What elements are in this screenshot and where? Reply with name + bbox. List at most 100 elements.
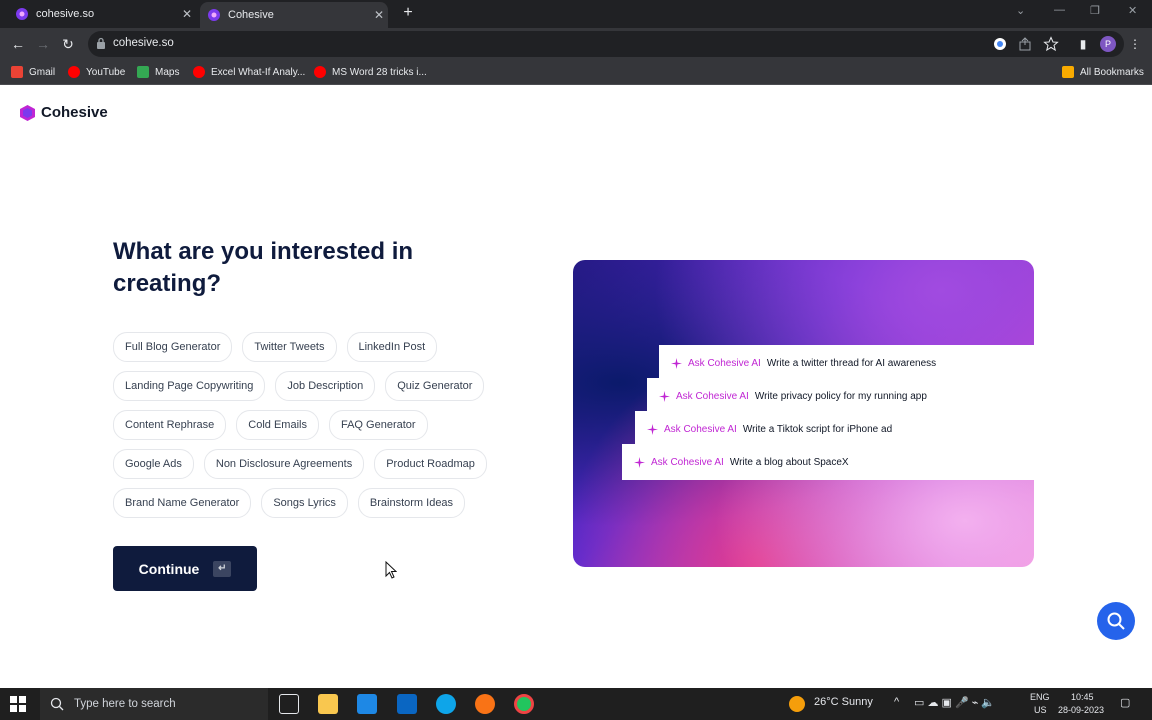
prompt-text: Write a Tiktok script for iPhone ad [742,423,893,435]
notifications-icon[interactable]: ▢ [1120,696,1130,709]
chip-row: Google Ads Non Disclosure Agreements Pro… [113,449,523,479]
google-lens-icon[interactable] [992,36,1008,52]
sparkle-icon [647,423,658,435]
sparkle-icon [634,456,645,468]
chip-content-rephrase[interactable]: Content Rephrase [113,410,227,440]
chip-full-blog-generator[interactable]: Full Blog Generator [113,332,233,362]
chip-quiz-generator[interactable]: Quiz Generator [385,371,485,401]
brand-logo[interactable]: Cohesive [20,104,108,121]
address-bar[interactable]: cohesive.so [88,31,1124,57]
bookmark-gmail[interactable]: Gmail [11,66,55,78]
file-explorer-icon[interactable] [318,694,338,714]
close-window-icon[interactable]: ✕ [1128,4,1137,17]
enter-key-icon: ↵ [213,560,232,577]
prompt-text: Write privacy policy for my running app [754,390,927,402]
chip-brand-name-generator[interactable]: Brand Name Generator [113,488,252,518]
page-title: What are you interested in creating? [113,238,414,297]
continue-button[interactable]: Continue ↵ [113,546,257,591]
maps-icon [137,66,149,78]
bookmark-msword[interactable]: MS Word 28 tricks i... [314,66,427,78]
youtube-icon [193,66,205,78]
sparkle-icon [671,357,682,369]
side-panel-icon[interactable]: ▮ [1075,36,1091,52]
bookmark-excel[interactable]: Excel What-If Analy... [193,66,305,78]
store-icon[interactable] [357,694,377,714]
tab-title: Cohesive [228,9,274,21]
weather-text[interactable]: 26°C Sunny [814,696,873,708]
edge-icon[interactable] [436,694,456,714]
tray-icons[interactable]: ▭ ☁ ▣ 🎤 ⌁ 🔈 [914,696,995,709]
cohesive-favicon-icon [16,8,28,20]
reload-icon[interactable]: ↻ [58,34,78,54]
prompt-text: Write a twitter thread for AI awareness [766,357,937,369]
tab-title: cohesive.so [36,8,95,20]
chip-brainstorm-ideas[interactable]: Brainstorm Ideas [357,488,466,518]
share-icon[interactable] [1017,36,1033,52]
all-bookmarks[interactable]: All Bookmarks [1062,66,1144,78]
continue-label: Continue [138,560,200,577]
clock-time[interactable]: 10:45 [1071,692,1094,702]
browser-toolbar: ← → ↻ cohesive.so ▮ P ⋮ [0,28,1152,60]
tab-cohesive-so[interactable]: cohesive.so ✕ [8,0,196,28]
chip-faq-generator[interactable]: FAQ Generator [328,410,428,440]
tab-cohesive[interactable]: Cohesive ✕ [200,2,388,28]
chip-row: Full Blog Generator Twitter Tweets Linke… [113,332,523,362]
search-icon [50,697,64,711]
language-indicator-top[interactable]: ENG [1030,692,1050,702]
prompt-card: Ask Cohesive AI Write privacy policy for… [647,378,1034,414]
chip-cold-emails[interactable]: Cold Emails [236,410,319,440]
taskbar-search-placeholder: Type here to search [74,698,176,710]
chip-row: Landing Page Copywriting Job Description… [113,371,523,401]
language-indicator-bottom[interactable]: US [1034,705,1047,715]
task-view-icon[interactable] [279,694,299,714]
minimize-icon[interactable]: — [1054,4,1065,16]
bookmark-youtube[interactable]: YouTube [68,66,125,78]
ask-label: Ask Cohesive AI [651,456,724,468]
new-tab-button[interactable]: + [398,4,418,24]
profile-avatar[interactable]: P [1100,36,1116,52]
tray-chevron-icon[interactable]: ^ [894,696,899,708]
lock-icon [97,37,105,49]
chip-job-description[interactable]: Job Description [275,371,376,401]
chip-landing-page-copywriting[interactable]: Landing Page Copywriting [113,371,266,401]
firefox-icon[interactable] [475,694,495,714]
url-text: cohesive.so [113,37,174,49]
youtube-icon [68,66,80,78]
chip-google-ads[interactable]: Google Ads [113,449,194,479]
chip-linkedin-post[interactable]: LinkedIn Post [346,332,438,362]
restore-icon[interactable]: ❐ [1090,4,1100,17]
bookmark-star-icon[interactable] [1043,36,1059,52]
ask-label: Ask Cohesive AI [676,390,749,402]
windows-start-icon[interactable] [10,696,26,712]
bookmarks-bar: Gmail YouTube Maps Excel What-If Analy..… [0,60,1152,85]
bookmark-maps[interactable]: Maps [137,66,179,78]
close-tab-icon[interactable]: ✕ [178,7,196,21]
hero-illustration: Ask Cohesive AI Write a twitter thread f… [573,260,1034,567]
close-tab-icon[interactable]: ✕ [370,8,388,22]
chip-product-roadmap[interactable]: Product Roadmap [374,449,487,479]
prompt-card: Ask Cohesive AI Write a twitter thread f… [659,345,1034,381]
menu-dots-icon[interactable]: ⋮ [1127,36,1143,52]
forward-arrow-icon[interactable]: → [33,34,53,54]
taskbar-search-box[interactable]: Type here to search [40,688,268,720]
bookmark-label: All Bookmarks [1080,66,1144,78]
page-content: Cohesive What are you interested in crea… [0,86,1152,688]
chip-twitter-tweets[interactable]: Twitter Tweets [242,332,337,362]
weather-sun-icon [789,696,805,712]
mail-icon[interactable] [397,694,417,714]
clock-date[interactable]: 28-09-2023 [1058,705,1104,715]
brand-name: Cohesive [41,104,108,121]
os-taskbar: Type here to search 26°C Sunny ^ ▭ ☁ ▣ 🎤… [0,688,1152,720]
sparkle-icon [659,390,670,402]
chrome-icon[interactable] [514,694,534,714]
prompt-card: Ask Cohesive AI Write a blog about Space… [622,444,1034,480]
topic-chip-list: Full Blog Generator Twitter Tweets Linke… [113,332,523,527]
chip-songs-lyrics[interactable]: Songs Lyrics [261,488,348,518]
cohesive-logo-icon [20,104,35,121]
chip-row: Content Rephrase Cold Emails FAQ Generat… [113,410,523,440]
cohesive-favicon-icon [208,9,220,21]
tab-search-chevron-icon[interactable]: ⌄ [1016,4,1025,17]
search-fab-button[interactable] [1097,602,1135,640]
back-arrow-icon[interactable]: ← [8,34,28,54]
chip-non-disclosure-agreements[interactable]: Non Disclosure Agreements [203,449,365,479]
